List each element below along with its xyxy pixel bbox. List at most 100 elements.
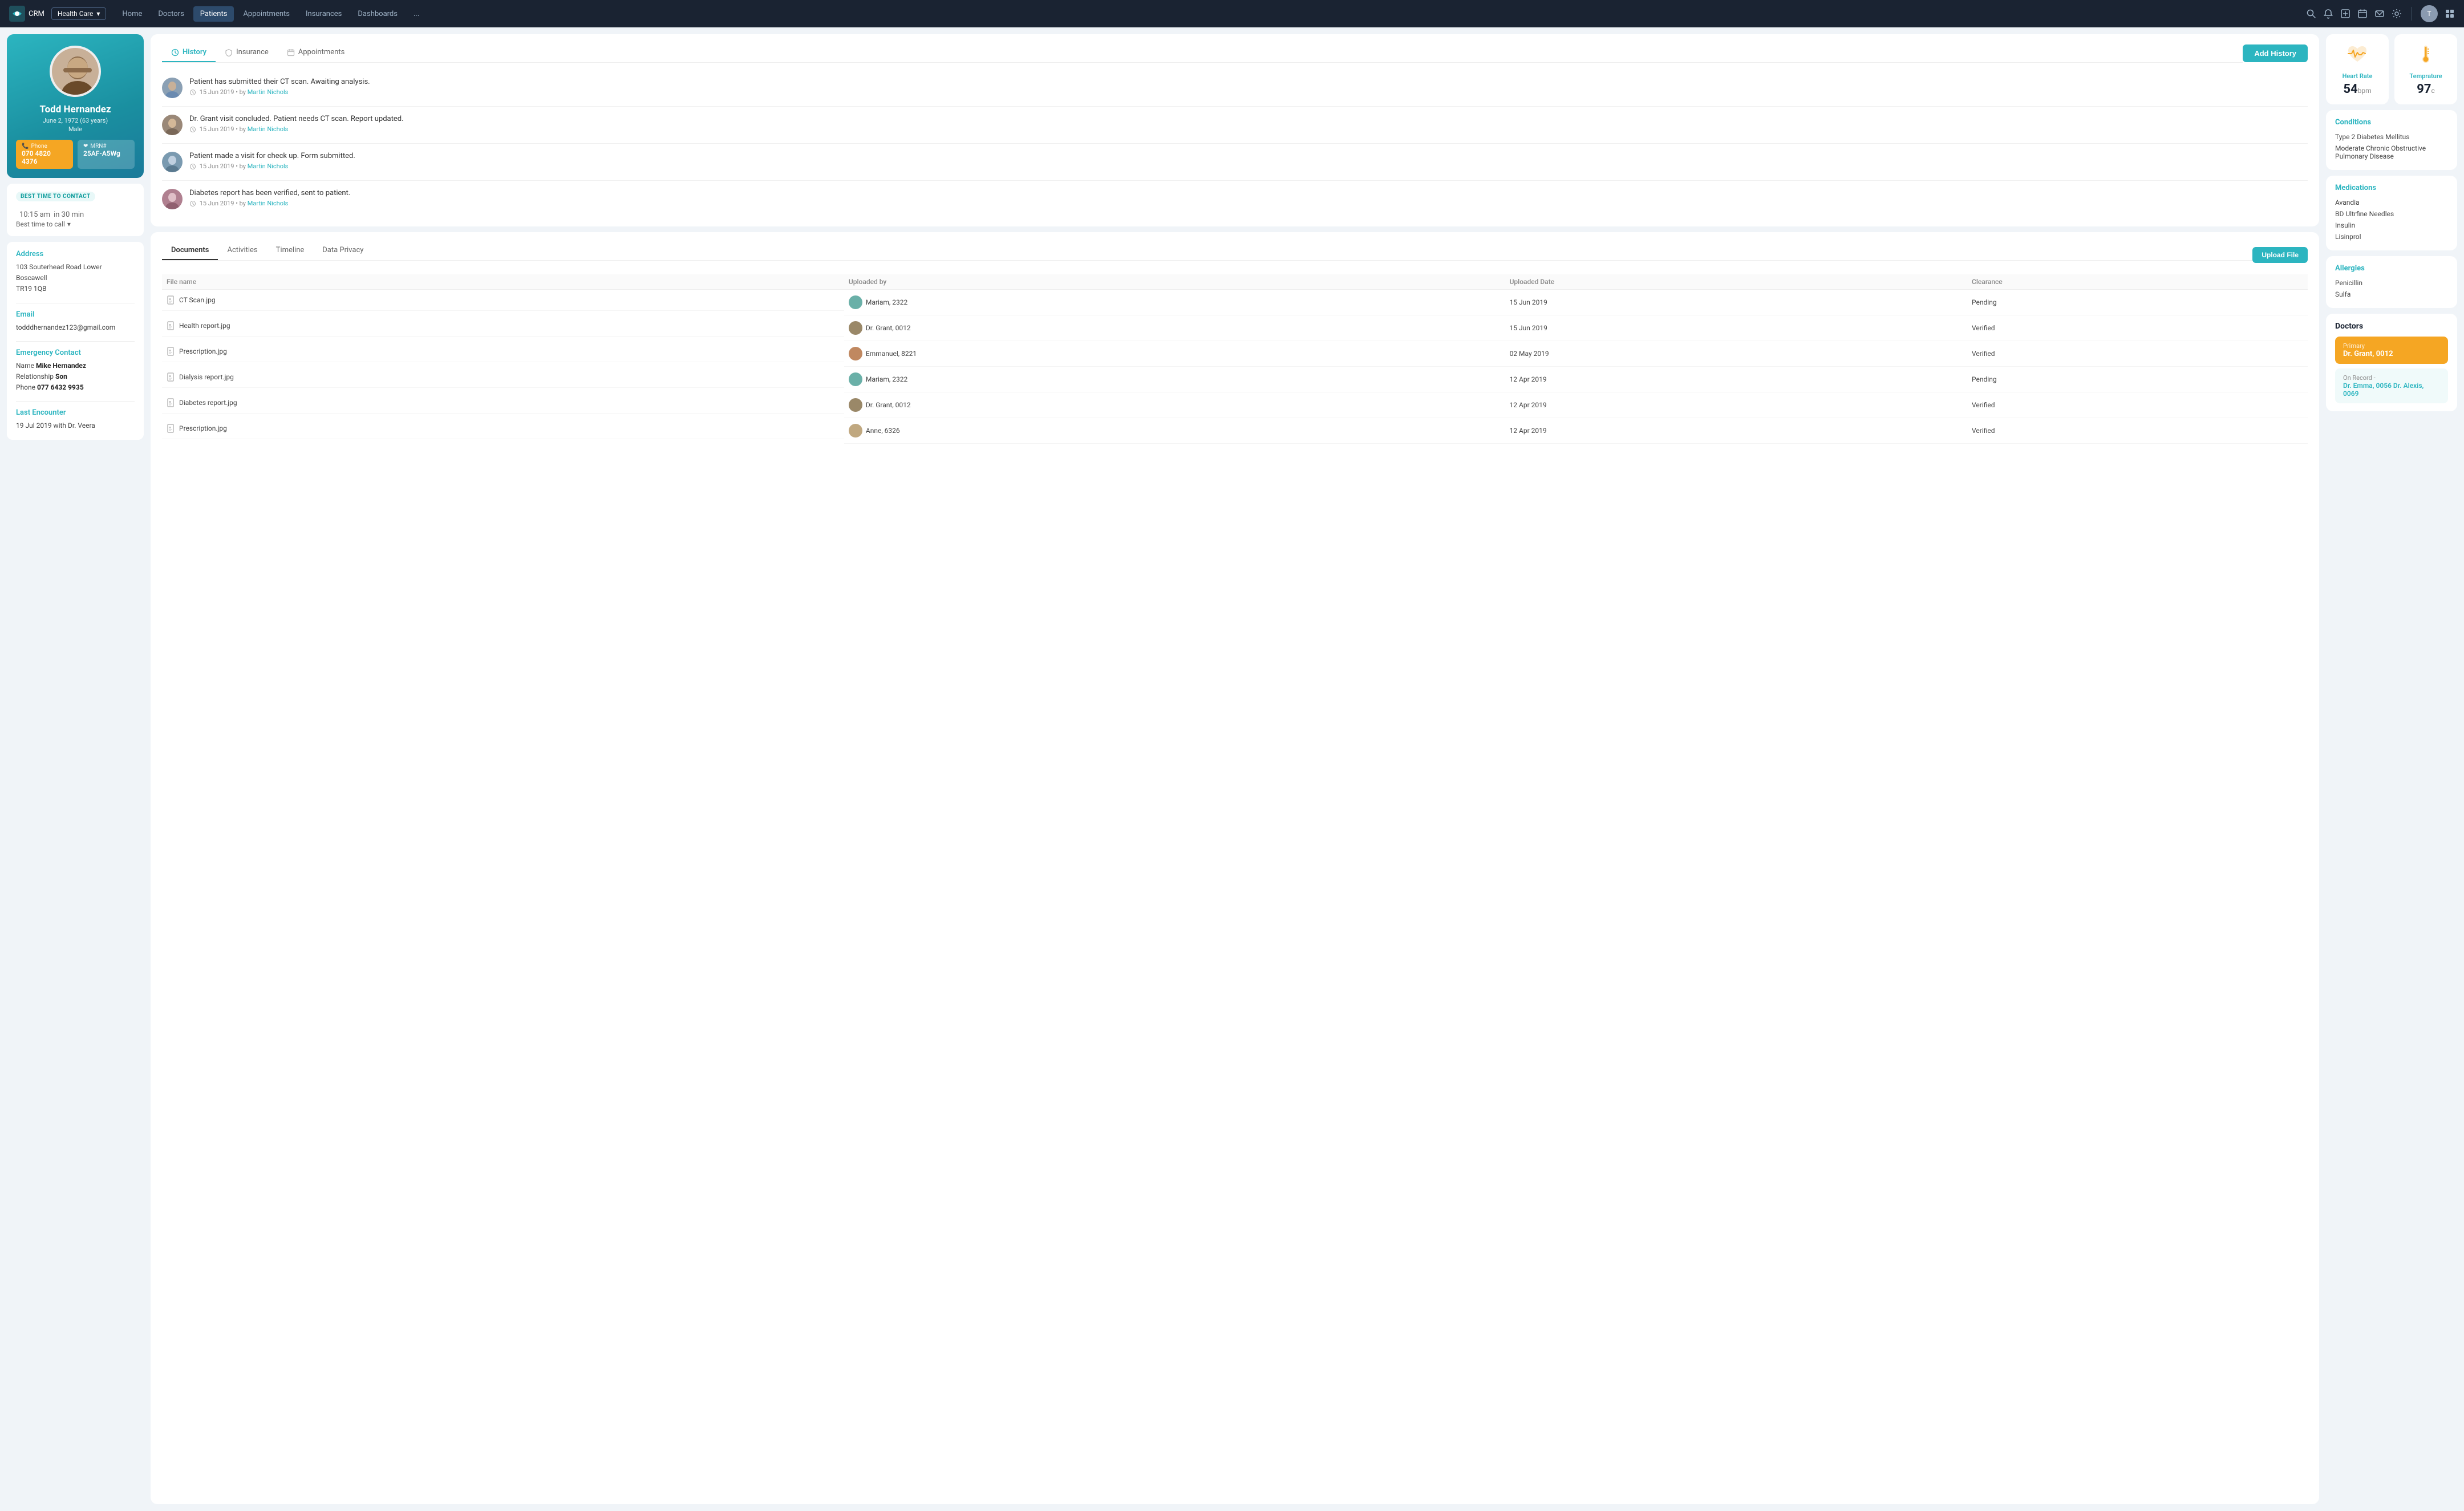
upload-date-cell: 12 Apr 2019 bbox=[1505, 392, 1967, 418]
table-row: Prescription.jpg Emmanuel, 8221 02 May 2… bbox=[162, 341, 2308, 367]
last-encounter-value: 19 Jul 2019 with Dr. Veera bbox=[16, 420, 135, 431]
documents-table-container: File name Uploaded by Uploaded Date Clea… bbox=[162, 274, 2308, 444]
bell-icon[interactable] bbox=[2323, 9, 2333, 19]
emergency-title: Emergency Contact bbox=[16, 349, 135, 357]
uploader-cell: Emmanuel, 8221 bbox=[844, 341, 1505, 367]
tab-insurance[interactable]: Insurance bbox=[216, 43, 278, 62]
tab-documents[interactable]: Documents bbox=[162, 241, 218, 260]
nav-doctors[interactable]: Doctors bbox=[151, 6, 191, 22]
address-line2: TR19 1QB bbox=[16, 283, 135, 294]
nav-appointments[interactable]: Appointments bbox=[236, 6, 297, 22]
medications-card: Medications Avandia BD Ultrfine Needles … bbox=[2326, 176, 2457, 250]
uploader-cell: Dr. Grant, 0012 bbox=[844, 392, 1505, 418]
clearance-cell: Pending bbox=[1967, 367, 2308, 392]
nav-more[interactable]: ... bbox=[407, 6, 426, 22]
documents-card: Documents Activities Timeline Data Priva… bbox=[151, 232, 2319, 1504]
medication-item: Lisinprol bbox=[2335, 231, 2448, 242]
crm-logo: CRM bbox=[9, 6, 44, 22]
brand-name: Health Care bbox=[58, 10, 94, 18]
heart-rate-icon bbox=[2333, 42, 2382, 69]
upload-date-cell: 15 Jun 2019 bbox=[1505, 315, 1967, 341]
table-row: CT Scan.jpg Mariam, 2322 15 Jun 2019 Pen… bbox=[162, 290, 2308, 315]
mrn-label: ❤MRN# bbox=[83, 143, 129, 149]
calendar-icon[interactable] bbox=[2357, 9, 2368, 19]
nav-insurances[interactable]: Insurances bbox=[299, 6, 348, 22]
file-name-cell: Prescription.jpg bbox=[162, 418, 844, 439]
best-contact-badge: BEST TIME TO CONTACT bbox=[16, 192, 95, 201]
docs-tab-bar: Documents Activities Timeline Data Priva… bbox=[162, 241, 2252, 261]
best-label[interactable]: Best time to call ▾ bbox=[16, 220, 135, 228]
upload-date-cell: 15 Jun 2019 bbox=[1505, 290, 1967, 315]
history-author-4[interactable]: Martin Nichols bbox=[248, 200, 289, 207]
table-row: Health report.jpg Dr. Grant, 0012 15 Jun… bbox=[162, 315, 2308, 341]
nav-home[interactable]: Home bbox=[115, 6, 149, 22]
address-line1: 103 Souterhead Road Lower Boscawell bbox=[16, 262, 135, 283]
uploader-cell: Mariam, 2322 bbox=[844, 290, 1505, 315]
nav-dashboards[interactable]: Dashboards bbox=[351, 6, 404, 22]
search-icon[interactable] bbox=[2306, 9, 2316, 19]
primary-label: Primary bbox=[2343, 342, 2440, 350]
mrn-badge: ❤MRN# 25AF-A5Wg bbox=[78, 140, 135, 169]
allergies-title: Allergies bbox=[2335, 264, 2448, 273]
main-layout: Todd Hernandez June 2, 1972 (63 years) M… bbox=[0, 27, 2464, 1511]
last-encounter-title: Last Encounter bbox=[16, 408, 135, 417]
upload-date-cell: 12 Apr 2019 bbox=[1505, 367, 1967, 392]
temperature-value: 97c bbox=[2401, 82, 2450, 96]
conditions-title: Conditions bbox=[2335, 118, 2448, 127]
nav-patients[interactable]: Patients bbox=[193, 6, 234, 22]
file-image-icon bbox=[167, 321, 176, 330]
file-image-icon bbox=[167, 424, 176, 433]
phone-badge[interactable]: 📞Phone 070 4820 4376 bbox=[16, 140, 73, 169]
history-item: Diabetes report has been verified, sent … bbox=[162, 181, 2308, 217]
table-row: Diabetes report.jpg Dr. Grant, 0012 12 A… bbox=[162, 392, 2308, 418]
temperature-label: Temprature bbox=[2401, 72, 2450, 80]
address-section: Address 103 Souterhead Road Lower Boscaw… bbox=[16, 250, 135, 295]
chevron-down-icon: ▾ bbox=[67, 220, 71, 228]
history-author-3[interactable]: Martin Nichols bbox=[248, 163, 289, 170]
file-image-icon bbox=[167, 398, 176, 407]
history-author-2[interactable]: Martin Nichols bbox=[248, 125, 289, 133]
crm-label: CRM bbox=[29, 10, 44, 18]
tab-activities[interactable]: Activities bbox=[218, 241, 266, 260]
primary-doctor[interactable]: Primary Dr. Grant, 0012 bbox=[2335, 337, 2448, 364]
settings-icon[interactable] bbox=[2392, 9, 2402, 19]
mail-icon[interactable] bbox=[2374, 9, 2385, 19]
col-clearance: Clearance bbox=[1967, 274, 2308, 290]
tab-history[interactable]: History bbox=[162, 43, 216, 62]
documents-table: File name Uploaded by Uploaded Date Clea… bbox=[162, 274, 2308, 444]
emergency-phone: Phone 077 6432 9935 bbox=[16, 382, 135, 393]
allergy-item: Sulfa bbox=[2335, 289, 2448, 300]
patient-info-card: Address 103 Souterhead Road Lower Boscaw… bbox=[7, 242, 144, 440]
history-avatar-3 bbox=[162, 152, 183, 172]
tab-appointments[interactable]: Appointments bbox=[278, 43, 354, 62]
tab-data-privacy[interactable]: Data Privacy bbox=[313, 241, 372, 260]
history-avatar-1 bbox=[162, 78, 183, 98]
phone-value: 070 4820 4376 bbox=[22, 149, 67, 165]
nav-items: Home Doctors Patients Appointments Insur… bbox=[115, 6, 2306, 22]
primary-name: Dr. Grant, 0012 bbox=[2343, 350, 2440, 358]
upload-file-button[interactable]: Upload File bbox=[2252, 247, 2308, 263]
history-tab-bar: History Insurance Appointments bbox=[162, 43, 2243, 63]
middle-panel: History Insurance Appointments Add Histo… bbox=[151, 34, 2319, 1504]
heart-rate-card: Heart Rate 54bpm bbox=[2326, 34, 2389, 104]
grid-icon[interactable] bbox=[2445, 9, 2455, 19]
clearance-cell: Verified bbox=[1967, 315, 2308, 341]
clearance-cell: Pending bbox=[1967, 290, 2308, 315]
user-avatar[interactable]: T bbox=[2421, 5, 2438, 22]
emergency-section: Emergency Contact Name Mike Hernandez Re… bbox=[16, 349, 135, 394]
add-icon[interactable] bbox=[2340, 9, 2350, 19]
history-card: History Insurance Appointments Add Histo… bbox=[151, 34, 2319, 226]
add-history-button[interactable]: Add History bbox=[2243, 44, 2308, 62]
history-item: Patient has submitted their CT scan. Awa… bbox=[162, 70, 2308, 107]
medication-item: Insulin bbox=[2335, 220, 2448, 231]
heart-rate-value: 54bpm bbox=[2333, 82, 2382, 96]
best-time: 10:15 amin 30 min bbox=[16, 206, 135, 220]
tab-timeline[interactable]: Timeline bbox=[267, 241, 314, 260]
upload-date-cell: 12 Apr 2019 bbox=[1505, 418, 1967, 444]
brand-selector[interactable]: Health Care ▾ bbox=[51, 7, 107, 20]
vitals-row: Heart Rate 54bpm Te bbox=[2326, 34, 2457, 104]
allergies-card: Allergies Penicillin Sulfa bbox=[2326, 256, 2457, 308]
allergy-item: Penicillin bbox=[2335, 277, 2448, 289]
mrn-value: 25AF-A5Wg bbox=[83, 149, 129, 157]
history-author-1[interactable]: Martin Nichols bbox=[248, 88, 289, 96]
